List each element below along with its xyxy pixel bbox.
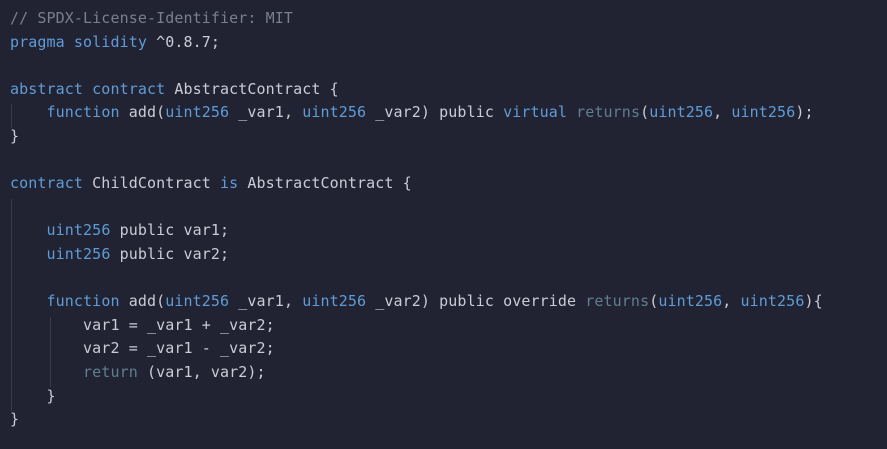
code-token: is — [220, 174, 239, 193]
code-token: } — [10, 126, 20, 145]
code-token: ( — [649, 292, 659, 311]
code-token: // SPDX-License-Identifier: MIT — [10, 9, 294, 27]
code-token: uint256 — [165, 292, 230, 311]
code-line[interactable] — [10, 267, 887, 291]
code-line[interactable]: var2 = _var1 - _var2; — [10, 337, 887, 361]
code-lines: // SPDX-License-Identifier: MIT pragma so… — [10, 7, 887, 432]
code-token: uint256 — [302, 292, 367, 311]
code-token: public var2; — [110, 244, 230, 263]
code-token: , — [722, 292, 741, 311]
code-token: uint256 — [165, 103, 230, 122]
code-token: uint256 — [46, 221, 111, 240]
code-token: returns — [585, 292, 650, 311]
code-token: _var2) public — [366, 292, 504, 311]
code-token: add( — [119, 103, 166, 122]
code-token: ( — [640, 103, 650, 122]
indent-guide — [11, 104, 12, 128]
code-token: uint256 — [649, 103, 714, 122]
code-line[interactable]: function add(uint256 _var1, uint256 _var… — [10, 290, 887, 314]
code-token: , — [713, 103, 732, 122]
code-token: _var1, — [229, 292, 303, 311]
code-line[interactable]: } — [10, 125, 887, 149]
code-editor[interactable]: // SPDX-License-Identifier: MIT pragma so… — [0, 0, 887, 449]
code-token: uint256 — [658, 292, 723, 311]
code-token: uint256 — [740, 292, 805, 311]
code-token: pragma solidity — [10, 32, 147, 51]
code-token: return — [83, 362, 138, 381]
code-token: public var1; — [110, 221, 230, 240]
indent-guide — [11, 199, 12, 411]
code-line[interactable]: function add(uint256 _var1, uint256 _var… — [10, 101, 887, 125]
code-line[interactable]: // SPDX-License-Identifier: MIT — [10, 7, 887, 31]
code-line[interactable]: uint256 public var2; — [10, 243, 887, 267]
code-token: ){ — [804, 292, 823, 311]
code-token: ^0.8.7; — [146, 32, 221, 51]
code-line[interactable] — [10, 149, 887, 173]
code-token: function — [46, 292, 120, 311]
code-line[interactable]: contract ChildContract is AbstractContra… — [10, 172, 887, 196]
code-token: } — [10, 410, 20, 429]
code-token: ChildContract — [83, 174, 221, 193]
code-line[interactable]: return (var1, var2); — [10, 361, 887, 385]
code-token: override — [503, 292, 577, 311]
code-token: uint256 — [302, 103, 367, 122]
code-token: ); — [795, 103, 814, 122]
code-line[interactable]: pragma solidity ^0.8.7; — [10, 31, 887, 55]
code-token: uint256 — [731, 103, 796, 122]
code-token: abstract contract — [10, 79, 166, 98]
code-token: uint256 — [46, 244, 111, 263]
code-token: contract — [10, 174, 84, 193]
code-line[interactable]: var1 = _var1 + _var2; — [10, 314, 887, 338]
code-token: _var2) public — [366, 103, 504, 122]
code-line[interactable]: } — [10, 385, 887, 409]
code-token: _var1, — [229, 103, 303, 122]
code-token: add( — [119, 292, 166, 311]
code-token: AbstractContract { — [238, 174, 412, 193]
code-token: AbstractContract { — [165, 79, 339, 98]
code-line[interactable] — [10, 54, 887, 78]
indent-guide — [50, 317, 51, 387]
code-token: (var1, var2); — [137, 362, 266, 381]
code-line[interactable]: abstract contract AbstractContract { — [10, 78, 887, 102]
code-token: function — [46, 103, 120, 122]
code-line[interactable]: } — [10, 408, 887, 432]
code-token: virtual — [503, 103, 568, 122]
code-token: } — [10, 386, 56, 405]
code-line[interactable]: uint256 public var1; — [10, 219, 887, 243]
code-line[interactable] — [10, 196, 887, 220]
code-token: returns — [576, 103, 641, 122]
